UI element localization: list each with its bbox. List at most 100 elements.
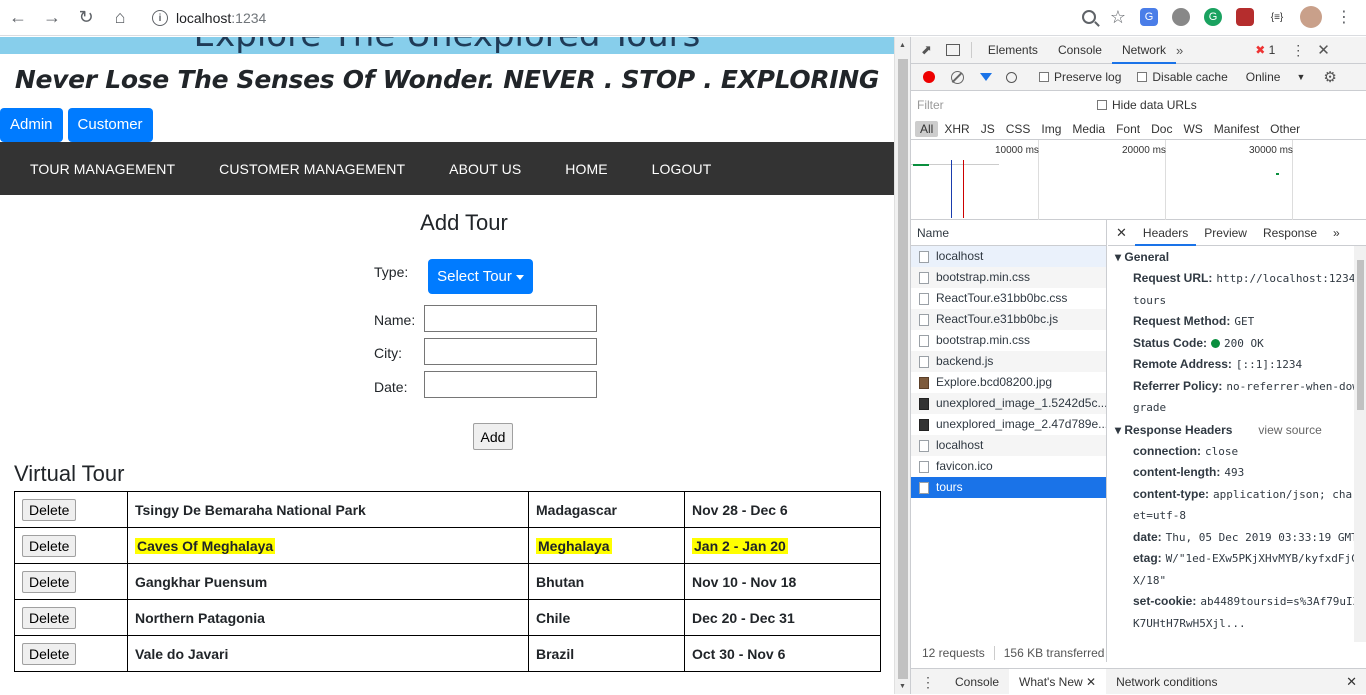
drawer-tab-console[interactable]: Console <box>945 669 1009 695</box>
type-filter-ws[interactable]: WS <box>1178 121 1207 137</box>
request-row[interactable]: ReactTour.e31bb0bc.js <box>911 309 1106 330</box>
tour-name-cell: Caves Of Meghalaya <box>127 527 529 564</box>
request-row[interactable]: bootstrap.min.css <box>911 267 1106 288</box>
close-drawer-icon[interactable]: ✕ <box>1336 669 1366 695</box>
date-input[interactable] <box>424 371 597 398</box>
customer-button[interactable]: Customer <box>67 108 153 142</box>
filter-input[interactable]: Filter <box>917 94 1083 115</box>
tab-response[interactable]: Response <box>1255 220 1325 246</box>
drawer-menu-icon[interactable]: ⋮ <box>911 669 945 695</box>
search-icon[interactable] <box>1006 71 1017 83</box>
type-filter-media[interactable]: Media <box>1067 121 1110 137</box>
preserve-log-checkbox[interactable]: Preserve log <box>1039 70 1121 84</box>
request-row[interactable]: bootstrap.min.css <box>911 330 1106 351</box>
general-section-title[interactable]: ▾ General <box>1115 246 1366 268</box>
grammarly-extension-icon[interactable]: G <box>1204 8 1222 26</box>
drawer-tab-network-conditions[interactable]: Network conditions <box>1106 669 1227 695</box>
request-row[interactable]: unexplored_image_2.47d789e... <box>911 414 1106 435</box>
scroll-up-icon[interactable]: ▲ <box>899 42 906 49</box>
name-column-header[interactable]: Name <box>911 220 1106 246</box>
clear-icon[interactable] <box>951 70 964 84</box>
page-scrollbar[interactable]: ▲ ▼ <box>894 37 910 694</box>
more-tabs-icon[interactable]: » <box>1176 43 1183 58</box>
details-scroll-thumb[interactable] <box>1357 260 1364 410</box>
request-row[interactable]: Explore.bcd08200.jpg <box>911 372 1106 393</box>
nav-logout[interactable]: LOGOUT <box>630 161 734 177</box>
type-filter-other[interactable]: Other <box>1265 121 1305 137</box>
scroll-down-icon[interactable]: ▼ <box>899 683 906 690</box>
type-filter-doc[interactable]: Doc <box>1146 121 1177 137</box>
delete-button[interactable]: Delete <box>22 642 77 665</box>
extension-icon[interactable] <box>1172 8 1190 26</box>
delete-button[interactable]: Delete <box>22 606 77 629</box>
more-detail-tabs-icon[interactable]: » <box>1325 220 1348 246</box>
type-filter-img[interactable]: Img <box>1036 121 1066 137</box>
type-filter-manifest[interactable]: Manifest <box>1209 121 1264 137</box>
request-row[interactable]: localhost <box>911 246 1106 267</box>
select-tour-dropdown[interactable]: Select Tour <box>428 259 533 294</box>
disable-cache-checkbox[interactable]: Disable cache <box>1137 70 1228 84</box>
home-icon[interactable]: ⌂ <box>104 2 136 34</box>
city-input[interactable] <box>424 338 597 365</box>
add-button[interactable]: Add <box>473 423 513 450</box>
response-headers-section-title[interactable]: ▾ Response Headers view source <box>1115 419 1366 441</box>
translate-extension-icon[interactable]: G <box>1140 8 1158 26</box>
type-filter-all[interactable]: All <box>915 120 939 137</box>
error-badge[interactable]: ✖ 1 <box>1255 43 1275 57</box>
tour-date: Dec 20 - Dec 31 <box>692 609 795 626</box>
delete-button[interactable]: Delete <box>22 534 77 557</box>
request-row[interactable]: localhost <box>911 435 1106 456</box>
nav-home[interactable]: HOME <box>543 161 629 177</box>
info-icon[interactable]: i <box>152 10 168 26</box>
devtools-menu-icon[interactable]: ⋮ <box>1291 42 1305 59</box>
chrome-menu-icon[interactable]: ⋮ <box>1336 7 1352 27</box>
request-row[interactable]: ReactTour.e31bb0bc.css <box>911 288 1106 309</box>
forward-icon[interactable]: → <box>36 2 68 34</box>
zoom-icon[interactable] <box>1081 10 1096 24</box>
details-scrollbar[interactable] <box>1354 246 1366 642</box>
close-details-icon[interactable]: ✕ <box>1108 220 1135 246</box>
admin-button[interactable]: Admin <box>0 108 63 142</box>
close-devtools-icon[interactable]: ✕ <box>1317 41 1330 59</box>
scroll-thumb[interactable] <box>898 59 908 679</box>
address-bar[interactable]: i localhost:1234 <box>146 4 1046 32</box>
nav-customer-management[interactable]: CUSTOMER MANAGEMENT <box>197 161 427 177</box>
filter-icon[interactable] <box>980 73 992 81</box>
type-filter-xhr[interactable]: XHR <box>939 121 974 137</box>
tab-console[interactable]: Console <box>1048 37 1112 64</box>
nav-about-us[interactable]: ABOUT US <box>427 161 543 177</box>
hide-data-urls-checkbox[interactable]: Hide data URLs <box>1097 98 1197 112</box>
tab-elements[interactable]: Elements <box>978 37 1048 64</box>
delete-button[interactable]: Delete <box>22 570 77 593</box>
bookmark-star-icon[interactable]: ☆ <box>1110 7 1126 28</box>
view-source-link[interactable]: view source <box>1258 423 1321 437</box>
back-icon[interactable]: ← <box>2 2 34 34</box>
request-row[interactable]: unexplored_image_1.5242d5c... <box>911 393 1106 414</box>
name-input[interactable] <box>424 305 597 332</box>
inspect-icon[interactable]: ⬈ <box>921 42 932 58</box>
tab-preview[interactable]: Preview <box>1196 220 1255 246</box>
nav-tour-management[interactable]: TOUR MANAGEMENT <box>8 161 197 177</box>
close-tab-icon[interactable]: ✕ <box>1086 675 1096 689</box>
delete-button[interactable]: Delete <box>22 498 77 521</box>
json-extension-icon[interactable]: {≡} <box>1268 8 1286 26</box>
profile-avatar[interactable] <box>1300 6 1322 28</box>
extension-icon-red[interactable] <box>1236 8 1254 26</box>
header-value: 200 OK <box>1224 336 1264 350</box>
type-filter-js[interactable]: JS <box>976 121 1000 137</box>
checkbox-icon <box>1039 72 1049 82</box>
device-toolbar-icon[interactable] <box>945 44 960 56</box>
request-row[interactable]: backend.js <box>911 351 1106 372</box>
throttle-select[interactable]: Online ▼ <box>1246 70 1306 84</box>
settings-gear-icon[interactable]: ⚙ <box>1323 68 1336 86</box>
request-row[interactable]: favicon.ico <box>911 456 1106 477</box>
request-row[interactable]: tours <box>911 477 1106 498</box>
type-filter-font[interactable]: Font <box>1111 121 1145 137</box>
drawer-tab-whats-new[interactable]: What's New ✕ <box>1009 668 1107 695</box>
tab-network[interactable]: Network <box>1111 37 1176 64</box>
reload-icon[interactable]: ↻ <box>70 2 102 34</box>
record-icon[interactable] <box>923 71 935 83</box>
tab-headers[interactable]: Headers <box>1134 220 1197 246</box>
type-filter-css[interactable]: CSS <box>1001 121 1036 137</box>
banner-title: Explore The Unexplored Tours <box>0 37 894 54</box>
